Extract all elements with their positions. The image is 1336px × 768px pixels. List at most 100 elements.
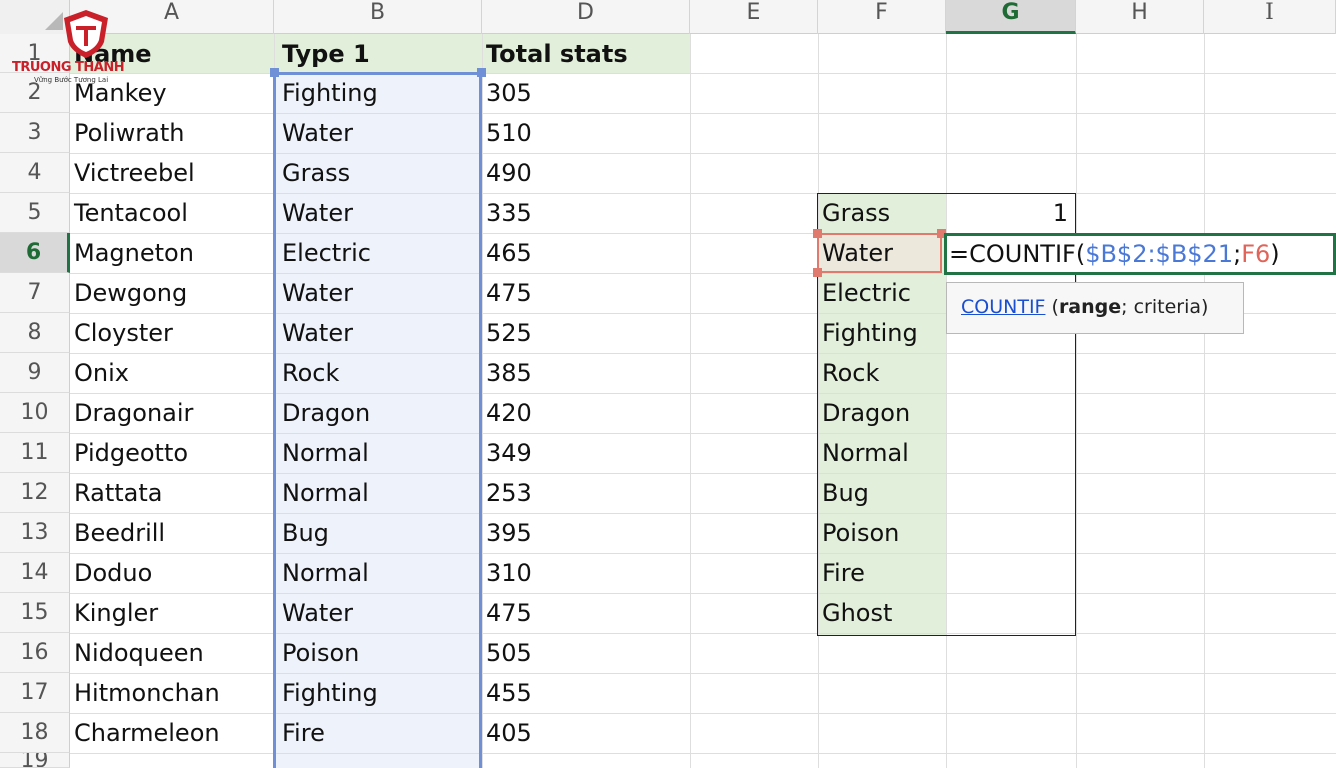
active-cell-formula-editor[interactable]: =COUNTIF($B$2:$B$21;F6) — [944, 233, 1336, 275]
cell-total[interactable]: 310 — [482, 553, 532, 593]
row-header-19[interactable]: 19 — [0, 753, 70, 768]
cell-name[interactable]: Beedrill — [70, 513, 165, 553]
grid-line — [70, 593, 1336, 594]
row-header-3[interactable]: 3 — [0, 113, 70, 153]
type-list-item[interactable]: Bug — [818, 473, 869, 513]
cell-name[interactable]: Magneton — [70, 233, 194, 273]
row-header-6[interactable]: 6 — [0, 233, 70, 273]
cell-name[interactable]: Cloyster — [70, 313, 173, 353]
grid-line — [1076, 34, 1077, 768]
column-header-i[interactable]: I — [1204, 0, 1336, 34]
row-header-7[interactable]: 7 — [0, 273, 70, 313]
grid-line — [70, 473, 1336, 474]
brand-logo: TRUONG THANH Vững Bước Tương Lai — [8, 8, 153, 86]
row-header-17[interactable]: 17 — [0, 673, 70, 713]
formula-separator: ; — [1233, 240, 1242, 268]
type-list-item[interactable]: Electric — [818, 273, 911, 313]
cell-total[interactable]: 490 — [482, 153, 532, 193]
cell-total[interactable]: 465 — [482, 233, 532, 273]
cell-total[interactable]: 420 — [482, 393, 532, 433]
cell-name[interactable]: Charmeleon — [70, 713, 220, 753]
cell-name[interactable]: Poliwrath — [70, 113, 184, 153]
row-header-16[interactable]: 16 — [0, 633, 70, 673]
cell-total[interactable]: 475 — [482, 593, 532, 633]
cell-name[interactable]: Nidoqueen — [70, 633, 204, 673]
tooltip-remaining-arguments: ; criteria) — [1121, 296, 1209, 318]
cell-name[interactable]: Hitmonchan — [70, 673, 220, 713]
cell-total[interactable]: 505 — [482, 633, 532, 673]
formula-criteria-reference: F6 — [1241, 240, 1271, 268]
cell-name[interactable]: Rattata — [70, 473, 163, 513]
row-header-18[interactable]: 18 — [0, 713, 70, 753]
cell-name[interactable]: Dewgong — [70, 273, 187, 313]
column-header-g[interactable]: G — [946, 0, 1076, 34]
cell-total[interactable]: 475 — [482, 273, 532, 313]
grid-line — [70, 153, 1336, 154]
brand-name: TRUONG THANH — [12, 60, 125, 75]
shield-logo-icon — [64, 10, 108, 58]
type-list-item[interactable]: Poison — [818, 513, 899, 553]
column-header-h[interactable]: H — [1076, 0, 1204, 34]
cell-name[interactable]: Doduo — [70, 553, 152, 593]
cell-total[interactable]: 349 — [482, 433, 532, 473]
row-header-8[interactable]: 8 — [0, 313, 70, 353]
type-list-item[interactable]: Dragon — [818, 393, 910, 433]
grid-line — [70, 113, 1336, 114]
cell-name[interactable]: Tentacool — [70, 193, 188, 233]
grid-line — [690, 34, 691, 768]
function-signature-tooltip: COUNTIF (range; criteria) — [946, 282, 1244, 334]
cell-total[interactable]: 253 — [482, 473, 532, 513]
row-header-14[interactable]: 14 — [0, 553, 70, 593]
grid-line — [70, 513, 1336, 514]
column-header-f[interactable]: F — [818, 0, 946, 34]
row-header-10[interactable]: 10 — [0, 393, 70, 433]
cell-name[interactable]: Onix — [70, 353, 129, 393]
cell-name[interactable]: Pidgeotto — [70, 433, 188, 473]
column-header-d[interactable]: D — [482, 0, 690, 34]
formula-range-reference: $B$2:$B$21 — [1085, 240, 1234, 268]
cell-total[interactable]: 305 — [482, 73, 532, 113]
cell-name[interactable]: Victreebel — [70, 153, 195, 193]
cell-name[interactable]: Kingler — [70, 593, 158, 633]
type-list-item[interactable]: Ghost — [818, 593, 892, 633]
cell-total[interactable]: 455 — [482, 673, 532, 713]
grid-line — [70, 433, 1336, 434]
brand-slogan: Vững Bước Tương Lai — [34, 76, 109, 84]
row-header-15[interactable]: 15 — [0, 593, 70, 633]
cell-b1-type-header[interactable]: Type 1 — [278, 34, 482, 74]
type-list-item[interactable]: Fighting — [818, 313, 918, 353]
row-header-9[interactable]: 9 — [0, 353, 70, 393]
type-list-item[interactable]: Fire — [818, 553, 865, 593]
row-header-4[interactable]: 4 — [0, 153, 70, 193]
grid-line — [70, 553, 1336, 554]
cell-total[interactable]: 510 — [482, 113, 532, 153]
cell-total[interactable]: 525 — [482, 313, 532, 353]
range-resize-handle[interactable] — [477, 68, 486, 77]
grid-line — [70, 753, 1336, 754]
cell-total[interactable]: 395 — [482, 513, 532, 553]
type-list-item[interactable]: Normal — [818, 433, 909, 473]
cell-total[interactable]: 405 — [482, 713, 532, 753]
grid-line — [70, 193, 1336, 194]
type-list-item[interactable]: Rock — [818, 353, 879, 393]
column-header-b[interactable]: B — [274, 0, 482, 34]
type-list-item[interactable]: Water — [818, 233, 893, 273]
row-header-13[interactable]: 13 — [0, 513, 70, 553]
range-resize-handle[interactable] — [270, 68, 279, 77]
type-list-item[interactable]: Grass — [818, 193, 890, 233]
grid-line — [70, 673, 1336, 674]
grid-line — [70, 633, 1336, 634]
row-header-12[interactable]: 12 — [0, 473, 70, 513]
grid-line — [1204, 34, 1205, 768]
column-header-e[interactable]: E — [690, 0, 818, 34]
row-header-5[interactable]: 5 — [0, 193, 70, 233]
cell-total[interactable]: 335 — [482, 193, 532, 233]
cell-d1-total-header[interactable]: Total stats — [482, 34, 690, 74]
cell-name[interactable]: Dragonair — [70, 393, 193, 433]
count-result-grass[interactable]: 1 — [946, 193, 1072, 233]
row-header-11[interactable]: 11 — [0, 433, 70, 473]
formula-range-highlight — [273, 72, 482, 768]
countif-help-link[interactable]: COUNTIF — [961, 296, 1045, 318]
cell-total[interactable]: 385 — [482, 353, 532, 393]
tooltip-current-argument: range — [1058, 296, 1122, 318]
